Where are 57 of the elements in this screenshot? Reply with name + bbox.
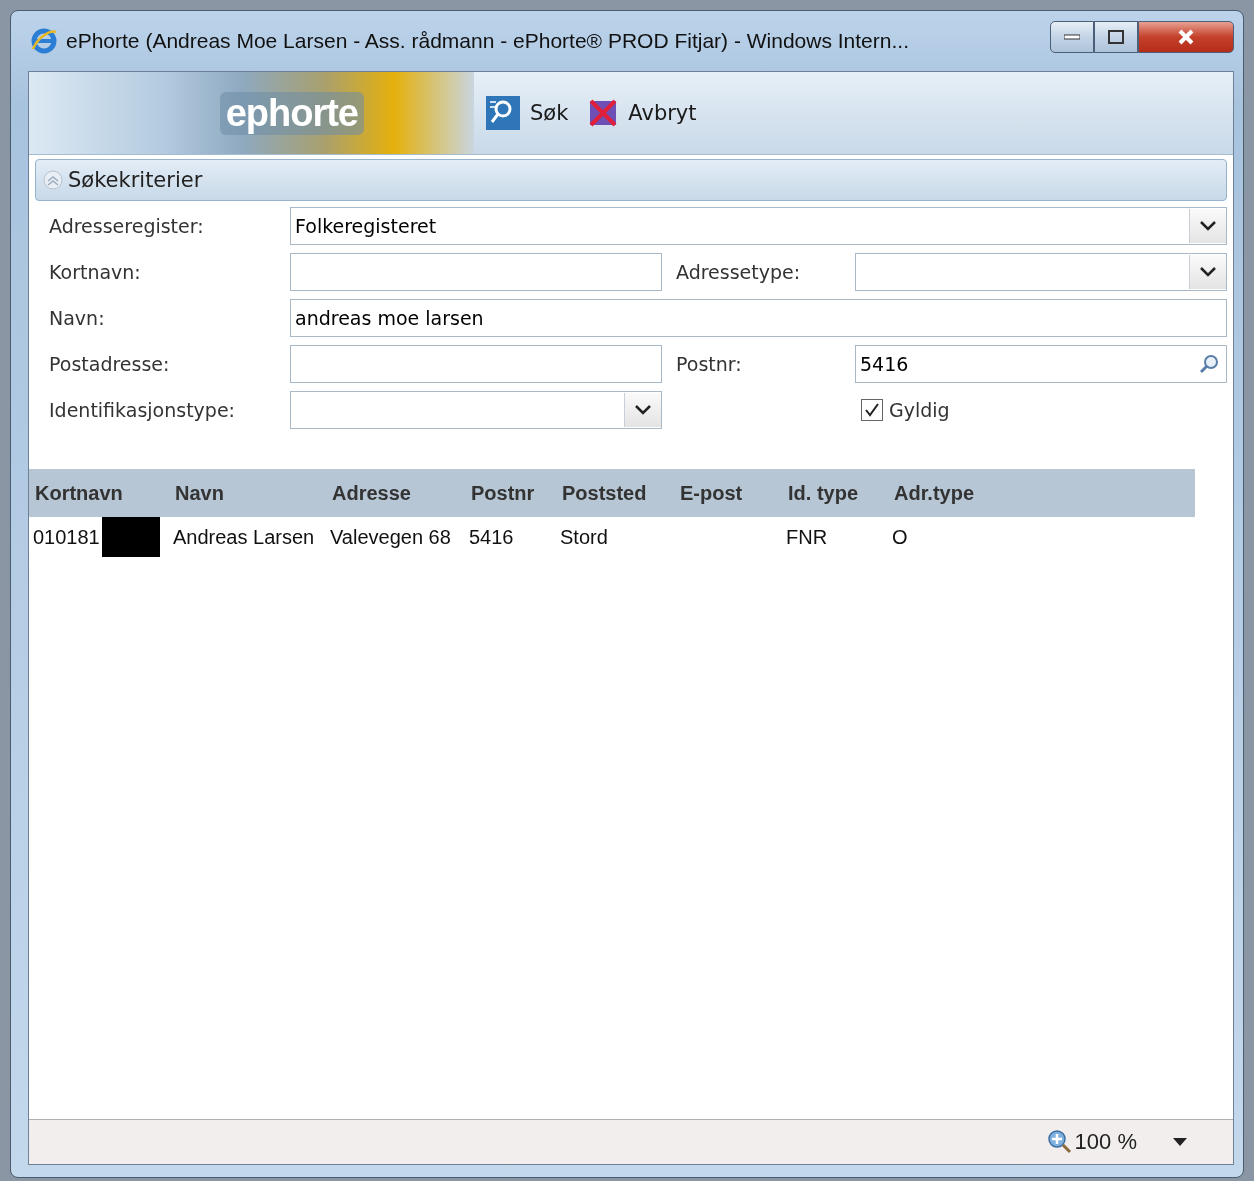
table-cell: Andreas Larsen: [173, 525, 315, 549]
maximize-button[interactable]: [1094, 21, 1138, 53]
column-header[interactable]: Kortnavn: [35, 481, 175, 505]
check-icon: [864, 402, 880, 418]
column-header[interactable]: Navn: [175, 481, 332, 505]
ephorte-logo: ephorte: [219, 91, 364, 135]
field-label: Kortnavn:: [49, 261, 142, 283]
column-header[interactable]: E-post: [680, 481, 788, 505]
browser-icon: [30, 27, 58, 55]
chevron-down-icon: [1199, 266, 1217, 278]
dropdown-button[interactable]: [1189, 255, 1226, 289]
checkbox[interactable]: [861, 399, 883, 421]
table-cell: 010181: [33, 525, 100, 549]
select-field[interactable]: [855, 253, 1227, 291]
table-cell: Valevegen 68: [330, 525, 451, 549]
section-title: Søkekriterier: [68, 168, 203, 192]
close-icon: [1177, 29, 1195, 45]
column-header[interactable]: Id. type: [788, 481, 894, 505]
table-cell: O: [892, 525, 908, 549]
column-header[interactable]: Adr.type: [894, 481, 1195, 505]
lookup-field[interactable]: 5416: [855, 345, 1227, 383]
search-icon: [486, 96, 520, 130]
zoom-button[interactable]: 100 %: [1046, 1129, 1137, 1155]
field-label: Navn:: [49, 307, 106, 329]
dropdown-button[interactable]: [624, 393, 661, 427]
table-cell: Stord: [560, 525, 608, 549]
table-cell: FNR: [786, 525, 828, 549]
field-label: Identifikasjonstype:: [49, 399, 236, 421]
column-header[interactable]: Poststed: [562, 481, 680, 505]
search-button[interactable]: Søk: [486, 96, 569, 130]
section-header[interactable]: Søkekriterier: [35, 159, 1227, 201]
dropdown-button[interactable]: [1189, 209, 1226, 243]
zoom-icon: [1046, 1129, 1073, 1155]
input-field[interactable]: [290, 253, 662, 291]
table-cell: 5416: [469, 525, 514, 549]
minimize-button[interactable]: [1050, 21, 1094, 53]
window-title: ePhorte (Andreas Moe Larsen - Ass. rådmann - ePhorte® PROD Fitjar) - Windows Intern...: [66, 29, 910, 53]
field-label: Adressetype:: [675, 261, 802, 283]
select-field[interactable]: Folkeregisteret: [290, 207, 1227, 245]
field-label: Postnr:: [675, 353, 743, 375]
cancel-button[interactable]: Avbryt: [588, 98, 697, 128]
field-label: Adresseregister:: [49, 215, 205, 237]
input-field[interactable]: [290, 345, 662, 383]
select-field[interactable]: [290, 391, 662, 429]
cancel-icon: [588, 98, 619, 128]
chevron-down-icon: [634, 404, 652, 416]
minimize-icon: [1064, 34, 1080, 40]
chevron-down-icon: [1199, 220, 1217, 232]
column-header[interactable]: Adresse: [332, 481, 471, 505]
maximize-icon: [1108, 30, 1124, 44]
close-button[interactable]: [1138, 21, 1234, 53]
field-label: Postadresse:: [49, 353, 171, 375]
gyldig-checkbox[interactable]: Gyldig: [855, 391, 1227, 429]
input-field[interactable]: andreas moe larsen: [290, 299, 1227, 337]
column-header[interactable]: Postnr: [471, 481, 562, 505]
dropdown-arrow-icon[interactable]: [1173, 1138, 1187, 1146]
search-icon[interactable]: [1198, 353, 1220, 375]
